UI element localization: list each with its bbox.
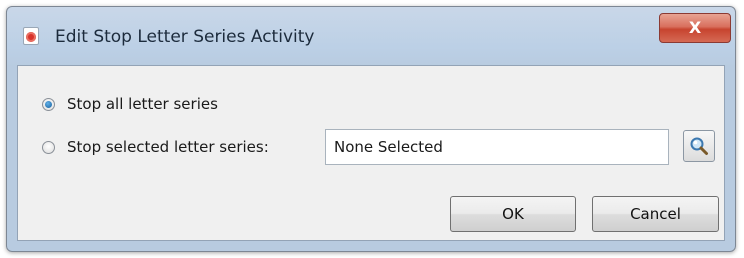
letter-series-field[interactable]: None Selected: [325, 129, 669, 165]
dialog-content: Stop all letter series Stop selected let…: [17, 65, 725, 241]
cancel-button[interactable]: Cancel: [592, 196, 719, 232]
app-icon: [23, 27, 39, 45]
ok-button[interactable]: OK: [450, 196, 576, 232]
stop-all-radio[interactable]: [42, 97, 55, 111]
dialog-window: Edit Stop Letter Series Activity X Stop …: [6, 6, 736, 252]
close-button[interactable]: X: [659, 13, 731, 43]
stop-selected-label: Stop selected letter series:: [67, 138, 269, 156]
stop-selected-option[interactable]: Stop selected letter series:: [42, 136, 269, 158]
title-bar[interactable]: Edit Stop Letter Series Activity X: [7, 7, 735, 63]
stop-selected-radio[interactable]: [42, 140, 55, 154]
magnifier-icon: [690, 137, 708, 155]
stop-all-label: Stop all letter series: [67, 95, 218, 113]
search-button[interactable]: [683, 130, 715, 162]
window-title: Edit Stop Letter Series Activity: [55, 27, 315, 47]
stop-all-option[interactable]: Stop all letter series: [42, 93, 218, 115]
